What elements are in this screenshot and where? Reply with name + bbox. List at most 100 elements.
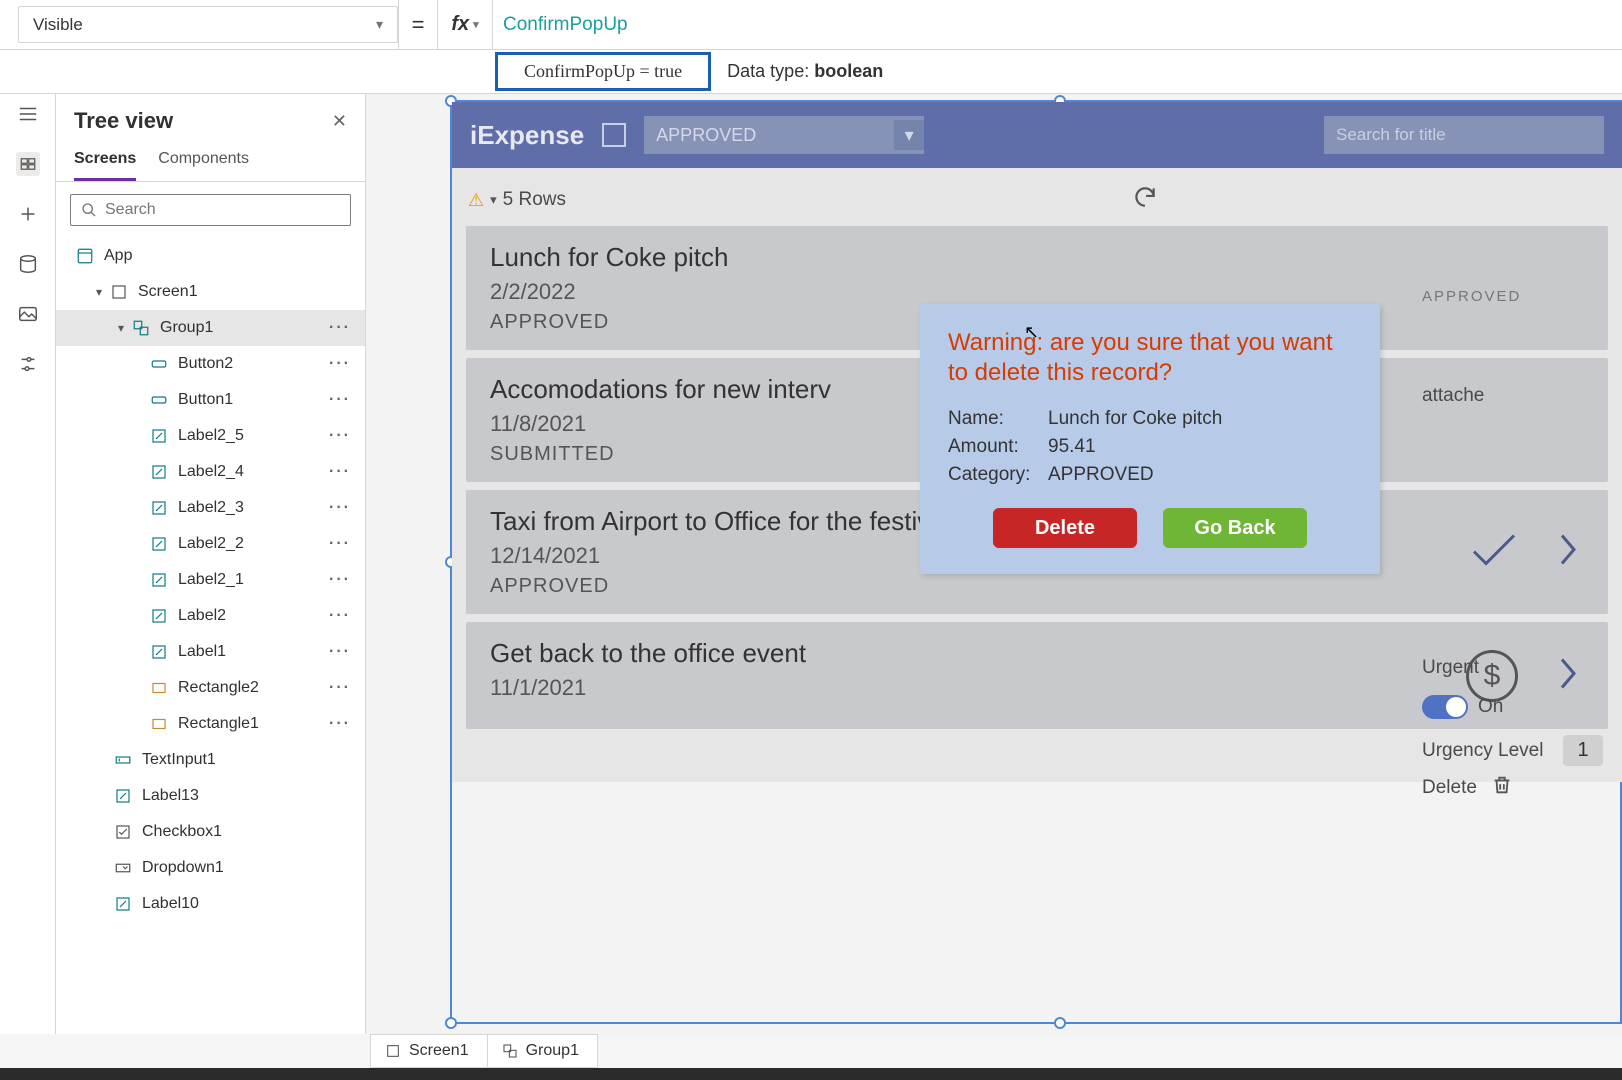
tab-screens[interactable]: Screens [74,144,136,181]
tree-node-button1[interactable]: Button1··· [56,382,365,418]
more-icon[interactable]: ··· [323,535,357,553]
hamburger-icon[interactable] [16,102,40,126]
property-selector[interactable]: Visible ▾ [18,6,398,43]
formula-evaluation: ConfirmPopUp = true [495,52,711,91]
group-icon [502,1043,518,1059]
fx-button[interactable]: fx ▾ [438,0,493,49]
tree-view-icon[interactable] [16,152,40,176]
rectangle-icon [148,677,170,699]
formula-eval-text: ConfirmPopUp = true [524,61,682,81]
label-icon [112,893,134,915]
tree-tabs: Screens Components [56,140,365,182]
goback-button[interactable]: Go Back [1163,508,1307,548]
popup-name-value: Lunch for Coke pitch [1048,408,1222,430]
tree-node-label1[interactable]: Label1··· [56,634,365,670]
tree-node-app[interactable]: App [56,238,365,274]
tree-node-checkbox1[interactable]: Checkbox1 [56,814,365,850]
property-formula-bar: Visible ▾ = fx ▾ ConfirmPopUp [0,0,1622,50]
label-icon [148,497,170,519]
property-selector-value: Visible [33,15,83,35]
more-icon[interactable]: ··· [323,355,357,373]
tree-node-label2_3[interactable]: Label2_3··· [56,490,365,526]
crumb-group1[interactable]: Group1 [487,1034,598,1068]
dropdown-icon [112,857,134,879]
more-icon[interactable]: ··· [323,679,357,697]
label-icon [148,425,170,447]
formula-input[interactable]: ConfirmPopUp [493,0,1622,49]
more-icon[interactable]: ··· [323,463,357,481]
chevron-down-icon: ▾ [90,285,108,299]
label-icon [148,605,170,627]
tree-view-panel: Tree view ✕ Screens Components Search Ap… [56,94,366,1034]
tree-node-screen1[interactable]: ▾ Screen1 [56,274,365,310]
tree-node-label2_2[interactable]: Label2_2··· [56,526,365,562]
tree-node-label2_4[interactable]: Label2_4··· [56,454,365,490]
trash-icon[interactable] [1491,774,1513,802]
tree-node-label10[interactable]: Label10 [56,886,365,922]
popup-amount-value: 95.41 [1048,436,1096,458]
resize-handle[interactable] [445,1017,457,1029]
tree-list: App ▾ Screen1 ▾ Group1 ··· Button2··· Bu… [56,238,365,1034]
more-icon[interactable]: ··· [323,427,357,445]
label-icon [148,641,170,663]
label-icon [148,533,170,555]
popup-name-label: Name: [948,408,1048,430]
status-dropdown[interactable]: APPROVED ▾ [644,116,924,154]
rows-summary: ⚠ ▾ 5 Rows [468,184,1608,216]
tab-components[interactable]: Components [158,144,249,181]
canvas[interactable]: iExpense APPROVED ▾ Search for title ⚠ ▾… [366,94,1622,1034]
insert-icon[interactable] [16,202,40,226]
delete-button[interactable]: Delete [993,508,1137,548]
chevron-down-icon: ▾ [112,321,130,335]
tree-node-button2[interactable]: Button2··· [56,346,365,382]
label-icon [148,569,170,591]
rows-count: 5 Rows [503,189,566,211]
warning-icon: ⚠ [468,190,484,211]
media-icon[interactable] [16,302,40,326]
app-title: iExpense [470,120,584,151]
tree-node-label2[interactable]: Label2··· [56,598,365,634]
close-icon[interactable]: ✕ [332,111,347,132]
header-checkbox[interactable] [602,123,626,147]
popup-amount-label: Amount: [948,436,1048,458]
tree-node-label2_1[interactable]: Label2_1··· [56,562,365,598]
resize-handle[interactable] [1054,1017,1066,1029]
tree-node-label2_5[interactable]: Label2_5··· [56,418,365,454]
more-icon[interactable]: ··· [323,571,357,589]
app-icon [74,245,96,267]
screen-icon [108,281,130,303]
tree-node-label13[interactable]: Label13 [56,778,365,814]
main-area: Tree view ✕ Screens Components Search Ap… [0,94,1622,1034]
tree-view-title: Tree view [74,108,173,134]
title-search-input[interactable]: Search for title [1324,116,1604,154]
refresh-icon[interactable] [1132,184,1158,216]
data-icon[interactable] [16,252,40,276]
button-icon [148,353,170,375]
tree-node-rectangle1[interactable]: Rectangle1··· [56,706,365,742]
equals-label: = [398,0,438,49]
chevron-down-icon: ▾ [376,16,383,33]
tree-search-placeholder: Search [105,201,156,219]
popup-warning: Warning: are you sure that you want to d… [948,328,1352,388]
tree-node-dropdown1[interactable]: Dropdown1 [56,850,365,886]
more-icon[interactable]: ··· [323,319,357,337]
tree-node-rectangle2[interactable]: Rectangle2··· [56,670,365,706]
confirm-popup: Warning: are you sure that you want to d… [920,304,1380,574]
more-icon[interactable]: ··· [323,643,357,661]
chevron-down-icon: ▾ [473,18,479,31]
more-icon[interactable]: ··· [323,607,357,625]
tree-node-group1[interactable]: ▾ Group1 ··· [56,310,365,346]
status-bar [0,1068,1622,1080]
tree-node-textinput1[interactable]: TextInput1 [56,742,365,778]
textinput-icon [112,749,134,771]
more-icon[interactable]: ··· [323,499,357,517]
more-icon[interactable]: ··· [323,391,357,409]
settings-icon[interactable] [16,352,40,376]
datatype-label: Data type: boolean [727,61,883,82]
more-icon[interactable]: ··· [323,715,357,733]
crumb-screen1[interactable]: Screen1 [370,1034,488,1068]
breadcrumb: Screen1 Group1 [370,1034,598,1068]
tree-search-input[interactable]: Search [70,194,351,226]
urgent-toggle[interactable]: On [1422,695,1503,719]
detail-panel: APPROVED attache Urgent On Urgency Level… [1422,288,1622,810]
